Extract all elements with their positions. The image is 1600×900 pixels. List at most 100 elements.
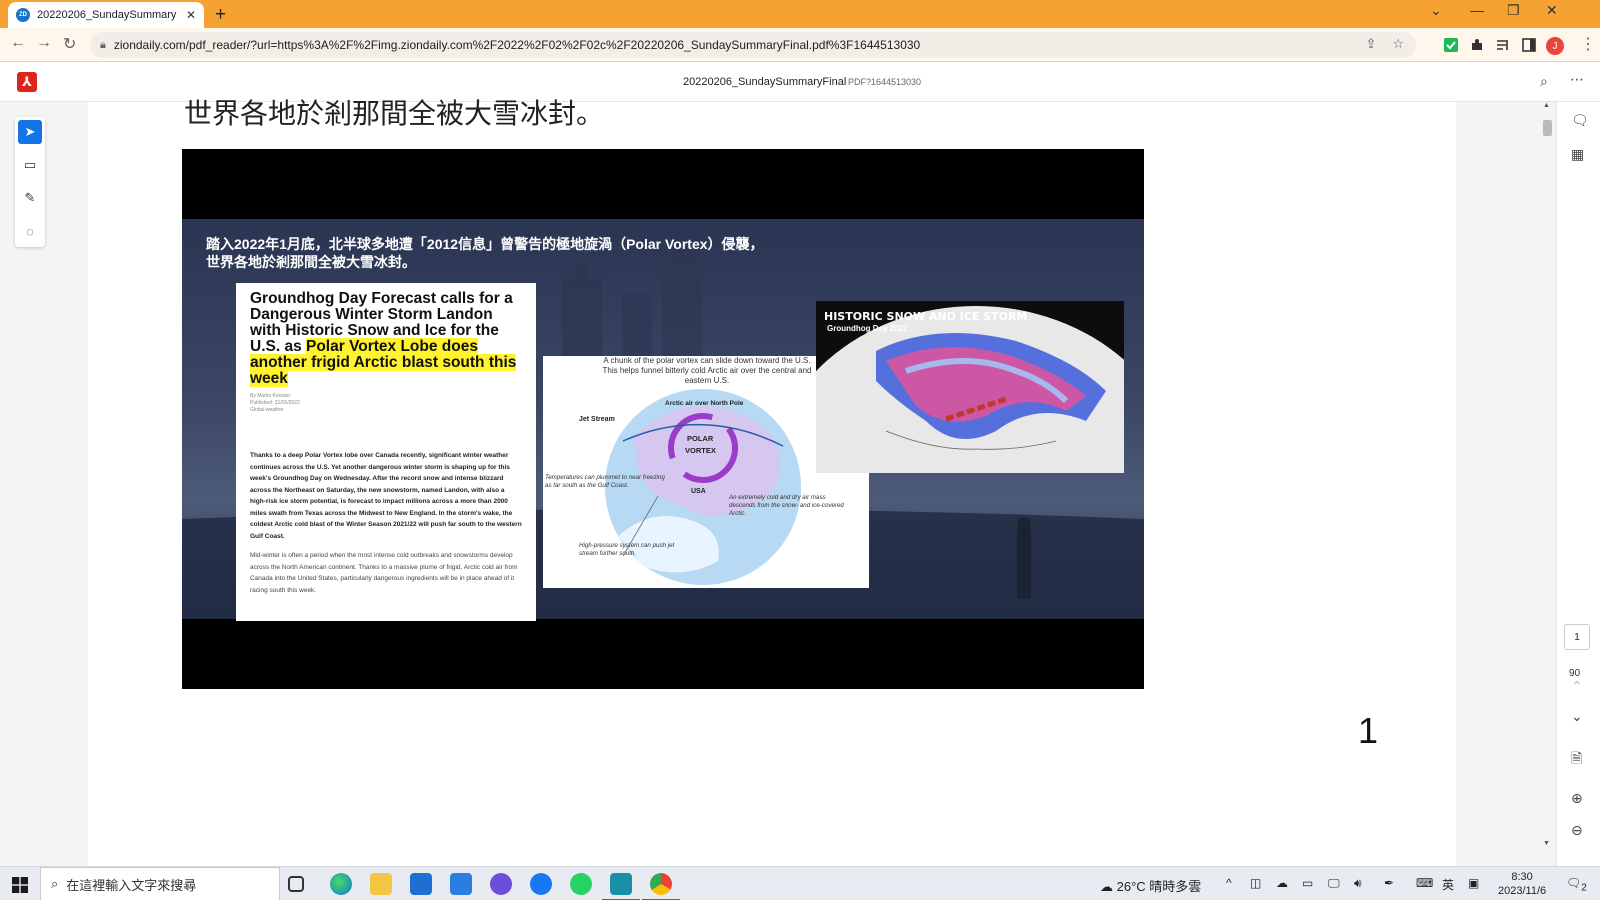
snow-map-title: HISTORIC SNOW AND ICE STORM <box>824 310 1028 323</box>
pdf-more-options-icon[interactable]: ⋯ <box>1570 71 1584 88</box>
address-bar[interactable]: 🔒︎ ziondaily.com/pdf_reader/?url=https%3… <box>90 32 1416 58</box>
arctic-air-label: Arctic air over North Pole <box>665 400 744 407</box>
article-byline: By Marko Korosec Published: 31/01/2022 G… <box>250 393 300 413</box>
pdf-viewer: ➤ ▭ ✎ ◌ 世界各地於剎那間全被大雪冰封。 踏入2022年1月底，北半球多地… <box>0 97 1600 866</box>
pdf-tool-rail: ➤ ▭ ✎ ◌ <box>15 117 45 247</box>
windows-taskbar: ⌕ 在這裡輸入文字來搜尋 ☁︎ 26°C 晴時多雲 ^ ◫ ☁︎ ▭ 🖵︎ 🔊︎… <box>0 866 1600 900</box>
select-tool-cursor-icon[interactable]: ➤ <box>18 120 42 144</box>
article-headline: Groundhog Day Forecast calls for a Dange… <box>250 291 522 387</box>
draw-pen-icon[interactable]: ✎ <box>18 186 42 210</box>
browser-tab-strip: ZD 20220206_SundaySummaryFi ✕ + ⌄ — ❐ ✕ <box>0 0 1600 28</box>
lasso-icon[interactable]: ◌ <box>18 219 42 243</box>
notification-count: 2 <box>1581 882 1587 894</box>
article-paragraph-1: Thanks to a deep Polar Vortex lobe over … <box>250 452 522 540</box>
ime-language-indicator[interactable]: 英 <box>1442 876 1454 893</box>
usa-label: USA <box>691 488 706 495</box>
browser-tab-pdf[interactable]: ZD 20220206_SundaySummaryFi ✕ <box>8 2 204 28</box>
current-page-input[interactable]: 1 <box>1564 624 1590 650</box>
zoom-out-icon[interactable]: ⊖ <box>1571 822 1583 839</box>
url-text[interactable]: ziondaily.com/pdf_reader/?url=https%3A%2… <box>114 38 1354 52</box>
snow-ice-storm-map: HISTORIC SNOW AND ICE STORM Groundhog Da… <box>816 301 1124 473</box>
facebook-icon[interactable] <box>530 873 552 895</box>
close-tab-icon[interactable]: ✕ <box>186 8 196 22</box>
notification-center-icon[interactable]: 🗨︎2 <box>1566 876 1587 893</box>
onedrive-icon[interactable]: ☁︎ <box>1276 876 1288 890</box>
pdf-file-name: 20220206_SundaySummaryFinal <box>683 76 847 88</box>
temperature-note: Temperatures can plummet to near freezin… <box>545 474 665 489</box>
task-view-icon[interactable] <box>288 876 304 892</box>
microsoft-store-icon[interactable] <box>410 873 432 895</box>
minimize-button[interactable]: — <box>1470 2 1484 18</box>
forward-button[interactable]: → <box>36 34 52 52</box>
edge-browser-icon[interactable] <box>330 873 352 895</box>
add-comment-icon[interactable]: ▭ <box>18 153 42 177</box>
search-placeholder: 在這裡輸入文字來搜尋 <box>66 877 197 893</box>
page-number-label: 1 <box>1358 710 1379 751</box>
pdf-file-query: PDF?1644513030 <box>848 77 922 87</box>
vertical-scrollbar[interactable]: ▲ ▼ <box>1540 102 1554 866</box>
profile-avatar[interactable]: J <box>1546 37 1564 55</box>
reading-list-icon[interactable] <box>1496 38 1510 52</box>
slide-title: 踏入2022年1月底，北半球多地遭「2012信息」曾警告的極地旋渦（Polar … <box>206 236 764 270</box>
volume-icon[interactable]: 🔊︎ <box>1354 876 1362 891</box>
network-icon[interactable]: 🖵︎ <box>1328 876 1340 891</box>
page-heading-text: 世界各地於剎那間全被大雪冰封。 <box>184 97 605 130</box>
slide-image: 踏入2022年1月底，北半球多地遭「2012信息」曾警告的極地旋渦（Polar … <box>182 149 1144 689</box>
search-icon: ⌕ <box>51 876 59 891</box>
bookmark-star-icon[interactable]: ☆ <box>1392 36 1404 52</box>
lock-icon[interactable]: 🔒︎ <box>100 39 106 52</box>
thumbnails-grid-icon[interactable]: ▦ <box>1571 146 1584 163</box>
chrome-icon[interactable] <box>642 873 680 900</box>
ime-mode-icon[interactable]: ▣ <box>1468 876 1479 890</box>
acrobat-logo-icon: ⅄ <box>17 72 37 92</box>
file-explorer-icon[interactable] <box>370 873 392 895</box>
keyboard-icon[interactable]: ⌨︎ <box>1416 876 1433 890</box>
extensions-puzzle-icon[interactable] <box>1470 38 1484 52</box>
pdf-page: 世界各地於剎那間全被大雪冰封。 踏入2022年1月底，北半球多地遭「2012信息… <box>88 97 1456 866</box>
new-tab-button[interactable]: + <box>215 4 226 26</box>
article-paragraph-2: Mid-winter is often a period when the mo… <box>250 552 518 594</box>
tab-search-chevron-icon[interactable]: ⌄ <box>1430 2 1442 19</box>
mail-icon[interactable] <box>450 873 472 895</box>
scroll-up-arrow-icon[interactable]: ▲ <box>1543 102 1550 109</box>
weather-widget[interactable]: ☁︎ 26°C 晴時多雲 <box>1100 876 1201 895</box>
scroll-down-arrow-icon[interactable]: ▼ <box>1543 840 1550 847</box>
tray-expand-chevron-icon[interactable]: ^ <box>1226 876 1232 890</box>
comments-panel-icon[interactable]: 🗨︎ <box>1571 112 1589 129</box>
media-app-icon[interactable] <box>490 873 512 895</box>
scroll-thumb[interactable] <box>1543 120 1552 136</box>
clock-time: 8:30 <box>1511 871 1533 883</box>
ziondaily-favicon-icon: ZD <box>16 8 30 22</box>
restore-button[interactable]: ❐ <box>1507 2 1520 19</box>
zoom-in-icon[interactable]: ⊕ <box>1571 790 1583 807</box>
taskbar-search-box[interactable]: ⌕ 在這裡輸入文字來搜尋 <box>40 867 280 900</box>
back-button[interactable]: ← <box>10 34 26 52</box>
cold-air-note: An extremely cold and dry air mass desce… <box>729 494 844 517</box>
reload-button[interactable]: ↻ <box>63 34 76 54</box>
pen-workspace-icon[interactable]: ✒︎ <box>1384 876 1394 890</box>
previous-page-chevron-up-icon[interactable]: ⌃ <box>1571 678 1583 695</box>
battery-icon[interactable]: ▭ <box>1302 876 1313 890</box>
script-app-icon[interactable] <box>602 873 640 900</box>
clock-date: 2023/11/6 <box>1498 885 1547 897</box>
extension-check-icon[interactable] <box>1444 38 1458 52</box>
side-panel-icon[interactable] <box>1522 38 1536 52</box>
share-icon[interactable]: ⇪ <box>1365 36 1376 52</box>
vortex-label: VORTEX <box>685 446 716 455</box>
polar-label: POLAR <box>687 434 714 443</box>
pdf-search-icon[interactable]: ⌕ <box>1540 73 1548 90</box>
tab-title: 20220206_SundaySummaryFi <box>37 9 177 21</box>
windows-start-icon[interactable] <box>12 877 28 893</box>
meet-now-icon[interactable]: ◫ <box>1250 876 1261 890</box>
system-clock[interactable]: 8:30 2023/11/6 <box>1498 870 1546 898</box>
whatsapp-icon[interactable] <box>570 873 592 895</box>
browser-toolbar: ← → ↻ 🔒︎ ziondaily.com/pdf_reader/?url=h… <box>0 28 1600 62</box>
news-article-clipping: Groundhog Day Forecast calls for a Dange… <box>236 283 536 621</box>
next-page-chevron-down-icon[interactable]: ⌄ <box>1571 708 1583 725</box>
high-pressure-note: High-pressure system can push jet stream… <box>579 542 675 557</box>
browser-menu-icon[interactable]: ⋮ <box>1580 34 1596 54</box>
close-window-button[interactable]: ✕ <box>1546 2 1558 19</box>
page-fit-icon[interactable]: 🗎︎ <box>1571 748 1582 772</box>
weather-text: 26°C 晴時多雲 <box>1116 879 1202 894</box>
jet-stream-label: Jet Stream <box>579 416 615 423</box>
